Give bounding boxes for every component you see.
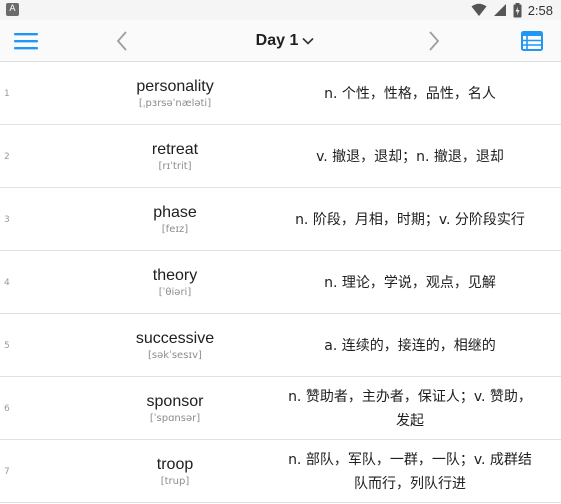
list-view-button[interactable] bbox=[514, 20, 550, 62]
meaning-text: a. 连续的，接连的，相继的 bbox=[324, 337, 496, 354]
row-index: 2 bbox=[4, 151, 10, 162]
status-time: 2:58 bbox=[527, 2, 553, 18]
day-title: Day 1 bbox=[255, 32, 299, 49]
word-cell: theory [ˈθiəri] bbox=[60, 251, 290, 314]
row-index: 5 bbox=[4, 340, 10, 351]
list-view-icon bbox=[521, 31, 543, 51]
meaning-cell: n. 赞助者，主办者，保证人；v. 赞助，发起 bbox=[275, 377, 545, 440]
app-notification-icon: A bbox=[6, 3, 19, 16]
battery-icon bbox=[513, 2, 522, 17]
meaning-cell: v. 撤退，退却；n. 撤退，退却 bbox=[275, 125, 545, 188]
list-item[interactable]: 7 troop [trup] n. 部队，军队，一群，一队；v. 成群结队而行，… bbox=[0, 440, 561, 503]
word-text: successive bbox=[135, 329, 215, 347]
phonetic-text: [səkˈsesɪv] bbox=[148, 349, 202, 361]
word-list: 1 personality [ˌpɜrsəˈnæləti] n. 个性，性格，品… bbox=[0, 62, 561, 503]
word-text: troop bbox=[156, 455, 194, 473]
list-item[interactable]: 6 sponsor [ˈspɑnsər] n. 赞助者，主办者，保证人；v. 赞… bbox=[0, 377, 561, 440]
meaning-text: n. 部队，军队，一群，一队；v. 成群结队而行，列队行进 bbox=[288, 451, 532, 492]
meaning-text: n. 赞助者，主办者，保证人；v. 赞助，发起 bbox=[288, 388, 532, 429]
word-text: theory bbox=[152, 266, 198, 284]
meaning-cell: a. 连续的，接连的，相继的 bbox=[275, 314, 545, 377]
word-cell: troop [trup] bbox=[60, 440, 290, 503]
signal-icon bbox=[493, 4, 506, 16]
word-cell: personality [ˌpɜrsəˈnæləti] bbox=[60, 62, 290, 125]
row-index: 1 bbox=[4, 88, 10, 99]
chevron-right-icon bbox=[429, 31, 440, 51]
status-icons: 2:58 bbox=[471, 0, 553, 20]
meaning-cell: n. 理论，学说，观点，见解 bbox=[275, 251, 545, 314]
meaning-text: v. 撤退，退却；n. 撤退，退却 bbox=[316, 148, 504, 165]
previous-day-button[interactable] bbox=[108, 20, 136, 62]
next-day-button[interactable] bbox=[420, 20, 448, 62]
word-cell: phase [feɪz] bbox=[60, 188, 290, 251]
word-text: phase bbox=[153, 203, 197, 221]
meaning-cell: n. 部队，军队，一群，一队；v. 成群结队而行，列队行进 bbox=[275, 440, 545, 503]
word-cell: retreat [rɪˈtrit] bbox=[60, 125, 290, 188]
phonetic-text: [feɪz] bbox=[161, 223, 189, 235]
meaning-text: n. 阶段，月相，时期；v. 分阶段实行 bbox=[295, 211, 525, 228]
list-item[interactable]: 1 personality [ˌpɜrsəˈnæləti] n. 个性，性格，品… bbox=[0, 62, 561, 125]
meaning-cell: n. 个性，性格，品性，名人 bbox=[275, 62, 545, 125]
word-text: personality bbox=[136, 77, 214, 95]
word-text: sponsor bbox=[146, 392, 204, 410]
row-index: 6 bbox=[4, 403, 10, 414]
row-index: 3 bbox=[4, 214, 10, 225]
word-text: retreat bbox=[151, 140, 199, 158]
word-cell: sponsor [ˈspɑnsər] bbox=[60, 377, 290, 440]
word-cell: successive [səkˈsesɪv] bbox=[60, 314, 290, 377]
row-index: 7 bbox=[4, 466, 10, 477]
chevron-left-icon bbox=[116, 31, 127, 51]
meaning-text: n. 理论，学说，观点，见解 bbox=[324, 274, 496, 291]
phonetic-text: [ˌpɜrsəˈnæləti] bbox=[138, 97, 212, 109]
list-item[interactable]: 3 phase [feɪz] n. 阶段，月相，时期；v. 分阶段实行 bbox=[0, 188, 561, 251]
phonetic-text: [trup] bbox=[160, 475, 190, 487]
status-bar: A 2:58 bbox=[0, 0, 561, 20]
day-selector[interactable]: Day 1 bbox=[230, 20, 340, 62]
meaning-cell: n. 阶段，月相，时期；v. 分阶段实行 bbox=[275, 188, 545, 251]
list-item[interactable]: 5 successive [səkˈsesɪv] a. 连续的，接连的，相继的 bbox=[0, 314, 561, 377]
wifi-icon bbox=[471, 3, 487, 16]
toolbar: Day 1 bbox=[0, 20, 561, 62]
chevron-down-icon bbox=[302, 37, 314, 45]
hamburger-icon bbox=[14, 33, 38, 50]
phonetic-text: [ˈθiəri] bbox=[158, 286, 192, 298]
phonetic-text: [rɪˈtrit] bbox=[158, 160, 192, 172]
list-item[interactable]: 4 theory [ˈθiəri] n. 理论，学说，观点，见解 bbox=[0, 251, 561, 314]
list-item[interactable]: 2 retreat [rɪˈtrit] v. 撤退，退却；n. 撤退，退却 bbox=[0, 125, 561, 188]
menu-button[interactable] bbox=[8, 20, 44, 62]
phonetic-text: [ˈspɑnsər] bbox=[149, 412, 201, 424]
row-index: 4 bbox=[4, 277, 10, 288]
meaning-text: n. 个性，性格，品性，名人 bbox=[324, 85, 496, 102]
